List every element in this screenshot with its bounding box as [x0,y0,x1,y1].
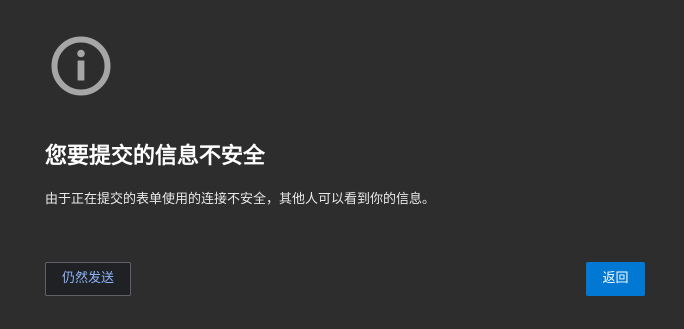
info-circle-icon [51,36,111,96]
warning-message: 由于正在提交的表单使用的连接不安全，其他人可以看到你的信息。 [45,192,436,207]
insecure-form-interstitial: 您要提交的信息不安全 由于正在提交的表单使用的连接不安全，其他人可以看到你的信息… [0,0,684,329]
back-button[interactable]: 返回 [586,262,645,296]
send-anyway-button[interactable]: 仍然发送 [45,262,131,296]
page-title: 您要提交的信息不安全 [45,144,266,169]
